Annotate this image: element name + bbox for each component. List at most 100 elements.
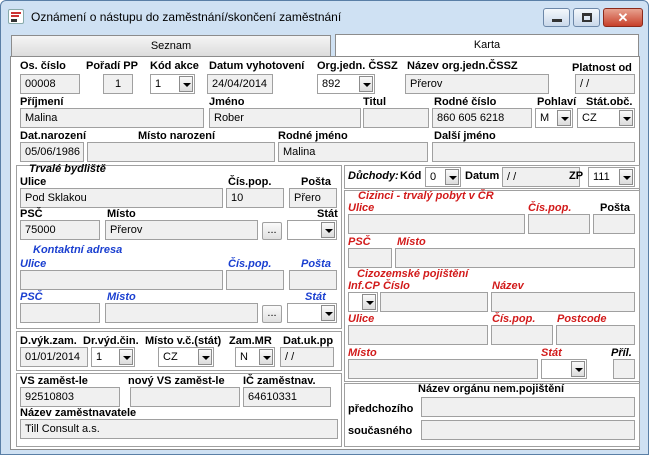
kontakt-ulice-field[interactable] — [20, 270, 223, 290]
cp-cislo-field[interactable] — [380, 292, 488, 312]
trvale-posta-label: Pošta — [301, 176, 331, 188]
trvale-psc-label: PSČ — [20, 208, 43, 220]
jmeno-field[interactable]: Rober — [209, 108, 361, 128]
titul-field[interactable] — [363, 108, 429, 128]
kontakt-misto-label: Místo — [107, 291, 136, 303]
cizinci-psc-field[interactable] — [348, 248, 392, 268]
trvale-stat-select[interactable] — [287, 220, 337, 240]
close-button[interactable]: ✕ — [603, 8, 643, 27]
pohlavi-select[interactable]: M — [535, 108, 573, 128]
cp-postcode-field[interactable] — [556, 325, 635, 345]
tab-seznam[interactable]: Seznam — [11, 35, 331, 57]
rodne-jmeno-field[interactable]: Malina — [278, 142, 428, 162]
title-bar[interactable]: Oznámení o nástupu do zaměstnání/skončen… — [1, 1, 648, 31]
maximize-icon — [582, 13, 592, 22]
predchoziho-field[interactable] — [421, 397, 635, 417]
trvale-misto-browse-button[interactable]: ... — [262, 222, 282, 240]
d-vyk-field[interactable]: 01/01/2014 — [20, 347, 88, 367]
kod-akce-select[interactable]: 1 — [150, 74, 195, 94]
zam-mr-select[interactable]: N — [235, 347, 275, 367]
duchody-kod-label: Kód — [400, 170, 422, 182]
cp-misto-field[interactable] — [348, 359, 538, 379]
predchoziho-label: předchozího — [348, 403, 414, 415]
chevron-down-icon[interactable] — [359, 76, 373, 92]
kontakt-stat-select[interactable] — [287, 303, 337, 323]
maximize-button[interactable] — [573, 8, 600, 27]
cizinci-ulice-field[interactable] — [348, 214, 525, 234]
poradi-label: Pořadí PP — [86, 60, 138, 72]
prijmeni-field[interactable]: Malina — [20, 108, 204, 128]
chevron-down-icon[interactable] — [362, 294, 376, 310]
misto-nar-field[interactable] — [87, 142, 275, 162]
org-jedn-select[interactable]: 892 — [317, 74, 375, 94]
chevron-down-icon[interactable] — [321, 305, 335, 321]
dalsi-jmeno-field[interactable] — [432, 142, 635, 162]
kontakt-misto-browse-button[interactable]: ... — [262, 305, 282, 323]
trvale-psc-field[interactable]: 75000 — [20, 220, 100, 240]
nazev-org-label: Název org.jedn.ČSSZ — [407, 60, 518, 72]
dat-nar-field[interactable]: 05/06/1986 — [20, 142, 84, 162]
chevron-down-icon[interactable] — [619, 110, 633, 126]
chevron-down-icon[interactable] — [259, 349, 273, 365]
ic-field[interactable]: 64610331 — [243, 387, 331, 407]
trvale-stat-label: Stát — [317, 208, 338, 220]
kontakt-misto-field[interactable] — [105, 303, 258, 323]
dr-vyd-label: Dr.výd.čin. — [83, 335, 139, 347]
stat-obc-select[interactable]: CZ — [577, 108, 635, 128]
misto-vc-select[interactable]: CZ — [158, 347, 214, 367]
cizinci-posta-field[interactable] — [593, 214, 635, 234]
cizinci-misto-field[interactable] — [395, 248, 635, 268]
cp-inf-select[interactable] — [348, 292, 378, 312]
cp-cispop-field[interactable] — [491, 325, 553, 345]
chevron-down-icon[interactable] — [571, 361, 585, 377]
chevron-down-icon[interactable] — [198, 349, 212, 365]
cizinci-misto-label: Místo — [397, 236, 426, 248]
kontakt-posta-field[interactable] — [289, 270, 337, 290]
kontakt-posta-label: Pošta — [301, 258, 331, 270]
cp-pril-field[interactable] — [613, 359, 635, 379]
zam-mr-value: N — [240, 351, 248, 363]
dat-uk-field[interactable]: / / — [280, 347, 334, 367]
kontakt-psc-field[interactable] — [20, 303, 100, 323]
trvale-ulice-field[interactable]: Pod Sklakou — [20, 188, 223, 208]
cp-cislo-label: Číslo — [383, 280, 410, 292]
nazev-zam-field[interactable]: Till Consult a.s. — [20, 419, 338, 439]
chevron-down-icon[interactable] — [445, 169, 459, 185]
cp-postcode-label: Postcode — [557, 313, 607, 325]
trvale-misto-field[interactable]: Přerov — [105, 220, 258, 240]
cizinci-cispop-field[interactable] — [528, 214, 590, 234]
nazev-org-field[interactable]: Přerov — [405, 74, 549, 94]
platnost-field[interactable]: / / — [575, 74, 635, 94]
os-cislo-label: Os. číslo — [20, 60, 66, 72]
kod-akce-value: 1 — [155, 78, 162, 90]
dr-vyd-select[interactable]: 1 — [91, 347, 135, 367]
chevron-down-icon[interactable] — [321, 222, 335, 238]
duchody-kod-select[interactable]: 0 — [425, 167, 461, 187]
cp-ulice-label: Ulice — [348, 313, 375, 325]
cp-stat-select[interactable] — [541, 359, 587, 379]
chevron-down-icon[interactable] — [179, 76, 193, 92]
cp-misto-label: Místo — [348, 347, 377, 359]
kontakt-cispop-field[interactable] — [226, 270, 284, 290]
cp-ulice-field[interactable] — [348, 325, 488, 345]
chevron-down-icon[interactable] — [619, 169, 633, 185]
rodne-cislo-field[interactable]: 860 605 6218 — [432, 108, 532, 128]
cp-nazev-field[interactable] — [491, 292, 635, 312]
org-jedn-value: 892 — [322, 78, 341, 90]
chevron-down-icon[interactable] — [119, 349, 133, 365]
datum-vyhot-field[interactable]: 24/04/2014 — [207, 74, 273, 94]
tab-karta[interactable]: Karta — [335, 34, 639, 56]
novy-vs-field[interactable] — [130, 387, 240, 407]
vs-field[interactable]: 92510803 — [20, 387, 120, 407]
trvale-cispop-field[interactable]: 10 — [226, 188, 284, 208]
trvale-posta-field[interactable]: Přero — [289, 188, 337, 208]
zp-select[interactable]: 111 — [588, 167, 635, 187]
poradi-field[interactable]: 1 — [103, 74, 133, 94]
app-icon — [8, 9, 24, 24]
dat-uk-label: Dat.uk.pp — [283, 335, 334, 347]
soucasneho-field[interactable] — [421, 420, 635, 440]
os-cislo-field[interactable]: 00008 — [20, 74, 80, 94]
minimize-button[interactable] — [543, 8, 570, 27]
cizinci-heading: Cizinci - trvalý pobyt v ČR — [358, 190, 494, 202]
chevron-down-icon[interactable] — [557, 110, 571, 126]
